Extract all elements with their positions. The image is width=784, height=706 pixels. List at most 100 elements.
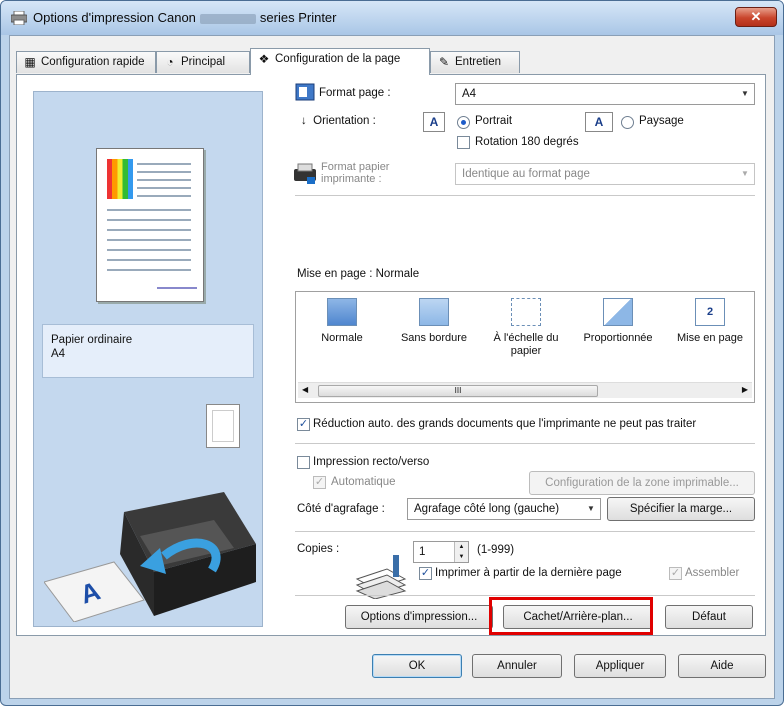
media-type: Papier ordinaire xyxy=(51,334,133,346)
printer-icon xyxy=(11,11,27,25)
page-setup-panel: Papier ordinaire A4 A Format page: A4 ▼… xyxy=(16,74,766,636)
layout-item-label: Sans bordure xyxy=(400,332,468,344)
ok-button[interactable]: OK xyxy=(372,654,462,678)
printer-paper-select[interactable]: Identique au format page ▼ xyxy=(455,163,755,185)
rotate-180-checkbox[interactable] xyxy=(457,136,470,149)
close-button[interactable]: ✕ xyxy=(735,7,777,27)
duplex-checkbox[interactable] xyxy=(297,456,310,469)
copies-value: 1 xyxy=(419,546,426,558)
reverse-order-label[interactable]: Imprimer à partir de la dernière page xyxy=(435,567,622,579)
color-preview-image xyxy=(107,159,133,199)
divider xyxy=(295,195,755,196)
tab-strip: ▦ Configuration rapide ◔ Principal ❖ Con… xyxy=(16,48,776,75)
copies-label: Copies : xyxy=(297,543,340,555)
redacted-model xyxy=(199,13,256,24)
rotate-180-label[interactable]: Rotation 180 degrés xyxy=(475,136,579,148)
portrait-radio[interactable] xyxy=(457,116,470,129)
borderless-icon xyxy=(419,298,449,326)
layout-item-label: Normale xyxy=(321,332,363,344)
layout-scrollbar[interactable]: ◀ III ▶ xyxy=(298,382,752,398)
page-size-select[interactable]: A4 ▼ xyxy=(455,83,755,105)
chevron-down-icon: ▼ xyxy=(587,504,595,513)
layout-item-label: À l'échelle du papier xyxy=(493,332,559,357)
paper-stack-icon xyxy=(355,555,407,599)
normal-layout-icon xyxy=(327,298,357,326)
chevron-down-icon: ▼ xyxy=(741,169,749,178)
portrait-icon: A xyxy=(423,112,445,132)
tab-label: Entretien xyxy=(455,56,502,68)
layout-selector: Normale Sans bordure À l'échelle du papi… xyxy=(295,291,755,403)
collate-checkbox[interactable]: ✓ xyxy=(669,567,682,580)
help-button[interactable]: Aide xyxy=(678,654,766,678)
page-size-value: A4 xyxy=(462,88,477,100)
tab-label: Configuration rapide xyxy=(41,56,145,68)
paper-thumbnail-icon xyxy=(206,404,240,448)
page-size-label: Format page : xyxy=(319,87,391,99)
chevron-down-icon: ▼ xyxy=(741,89,749,98)
portrait-label[interactable]: Portrait xyxy=(475,115,512,127)
scaled-icon xyxy=(603,298,633,326)
window-title-prefix: Options d'impression Canon xyxy=(33,10,196,25)
media-info: Papier ordinaire A4 xyxy=(42,324,254,378)
maintenance-icon: ✎ xyxy=(438,55,450,69)
page-layout-icon: 2 xyxy=(695,298,725,326)
orientation-label: ↓ Orientation : xyxy=(301,115,376,127)
landscape-radio[interactable] xyxy=(621,116,634,129)
settings-preview: Papier ordinaire A4 A xyxy=(33,91,263,627)
divider xyxy=(295,443,755,444)
main-icon: ◔ xyxy=(166,55,174,69)
window-title-suffix: series Printer xyxy=(259,10,337,25)
tab-page-setup[interactable]: ❖ Configuration de la page xyxy=(250,48,430,75)
auto-reduce-checkbox[interactable]: ✓ xyxy=(297,418,310,431)
cancel-button[interactable]: Annuler xyxy=(472,654,562,678)
reverse-order-checkbox[interactable]: ✓ xyxy=(419,567,432,580)
auto-duplex-label[interactable]: Automatique xyxy=(331,476,396,488)
printer-paper-value: Identique au format page xyxy=(462,168,590,180)
scroll-left-icon[interactable]: ◀ xyxy=(302,385,308,394)
tab-label: Principal xyxy=(181,56,226,68)
scroll-thumb[interactable]: III xyxy=(318,385,598,397)
page-setup-icon: ❖ xyxy=(258,52,270,66)
tab-maintenance[interactable]: ✎ Entretien xyxy=(430,51,520,73)
printer-paper-label: Format papier imprimante : xyxy=(321,161,390,185)
landscape-icon: A xyxy=(585,112,613,132)
highlight-box xyxy=(489,597,653,635)
copies-spinner[interactable]: 1 ▲ ▼ xyxy=(413,541,469,563)
media-size: A4 xyxy=(51,348,66,360)
layout-item-fit-to-page[interactable]: À l'échelle du papier xyxy=(480,298,572,368)
layout-item-label: Mise en page xyxy=(676,332,744,344)
layout-label: Mise en page : Normale xyxy=(297,268,420,280)
specify-margin-button[interactable]: Spécifier la marge... xyxy=(607,497,755,521)
collate-label[interactable]: Assembler xyxy=(685,567,739,579)
divider xyxy=(295,531,755,532)
duplex-label[interactable]: Impression recto/verso xyxy=(313,456,429,468)
divider xyxy=(295,595,755,596)
layout-item-page-layout[interactable]: 2 Mise en page xyxy=(664,298,756,368)
layout-item-normal[interactable]: Normale xyxy=(296,298,388,368)
dialog-client: ▦ Configuration rapide ◔ Principal ❖ Con… xyxy=(9,35,775,699)
scroll-right-icon[interactable]: ▶ xyxy=(742,385,748,394)
quick-setup-icon: ▦ xyxy=(24,55,36,69)
printer-options-window: Options d'impression Canon series Printer… xyxy=(0,0,784,706)
title-bar: Options d'impression Canon series Printer… xyxy=(1,1,783,35)
window-title: Options d'impression Canon series Printer xyxy=(33,10,336,25)
copies-range: (1-999) xyxy=(477,544,515,556)
tab-quick-setup[interactable]: ▦ Configuration rapide xyxy=(16,51,156,73)
landscape-label[interactable]: Paysage xyxy=(639,115,684,127)
apply-button[interactable]: Appliquer xyxy=(574,654,666,678)
printer-paper-icon xyxy=(294,163,316,184)
defaults-button[interactable]: Défaut xyxy=(665,605,753,629)
layout-item-borderless[interactable]: Sans bordure xyxy=(388,298,480,368)
spinner-arrows-icon[interactable]: ▲ ▼ xyxy=(454,542,468,562)
auto-reduce-label[interactable]: Réduction auto. des grands documents que… xyxy=(313,418,696,430)
print-area-button[interactable]: Configuration de la zone imprimable... xyxy=(529,471,755,495)
stapling-label: Côté d'agrafage : xyxy=(297,503,385,515)
auto-duplex-checkbox[interactable]: ✓ xyxy=(313,476,326,489)
print-options-button[interactable]: Options d'impression... xyxy=(345,605,493,629)
layout-item-scaled[interactable]: Proportionnée xyxy=(572,298,664,368)
tab-main[interactable]: ◔ Principal xyxy=(156,51,250,73)
fit-to-page-icon xyxy=(511,298,541,326)
stapling-select[interactable]: Agrafage côté long (gauche) ▼ xyxy=(407,498,601,520)
layout-item-label: Proportionnée xyxy=(583,332,653,344)
stapling-value: Agrafage côté long (gauche) xyxy=(414,503,560,515)
